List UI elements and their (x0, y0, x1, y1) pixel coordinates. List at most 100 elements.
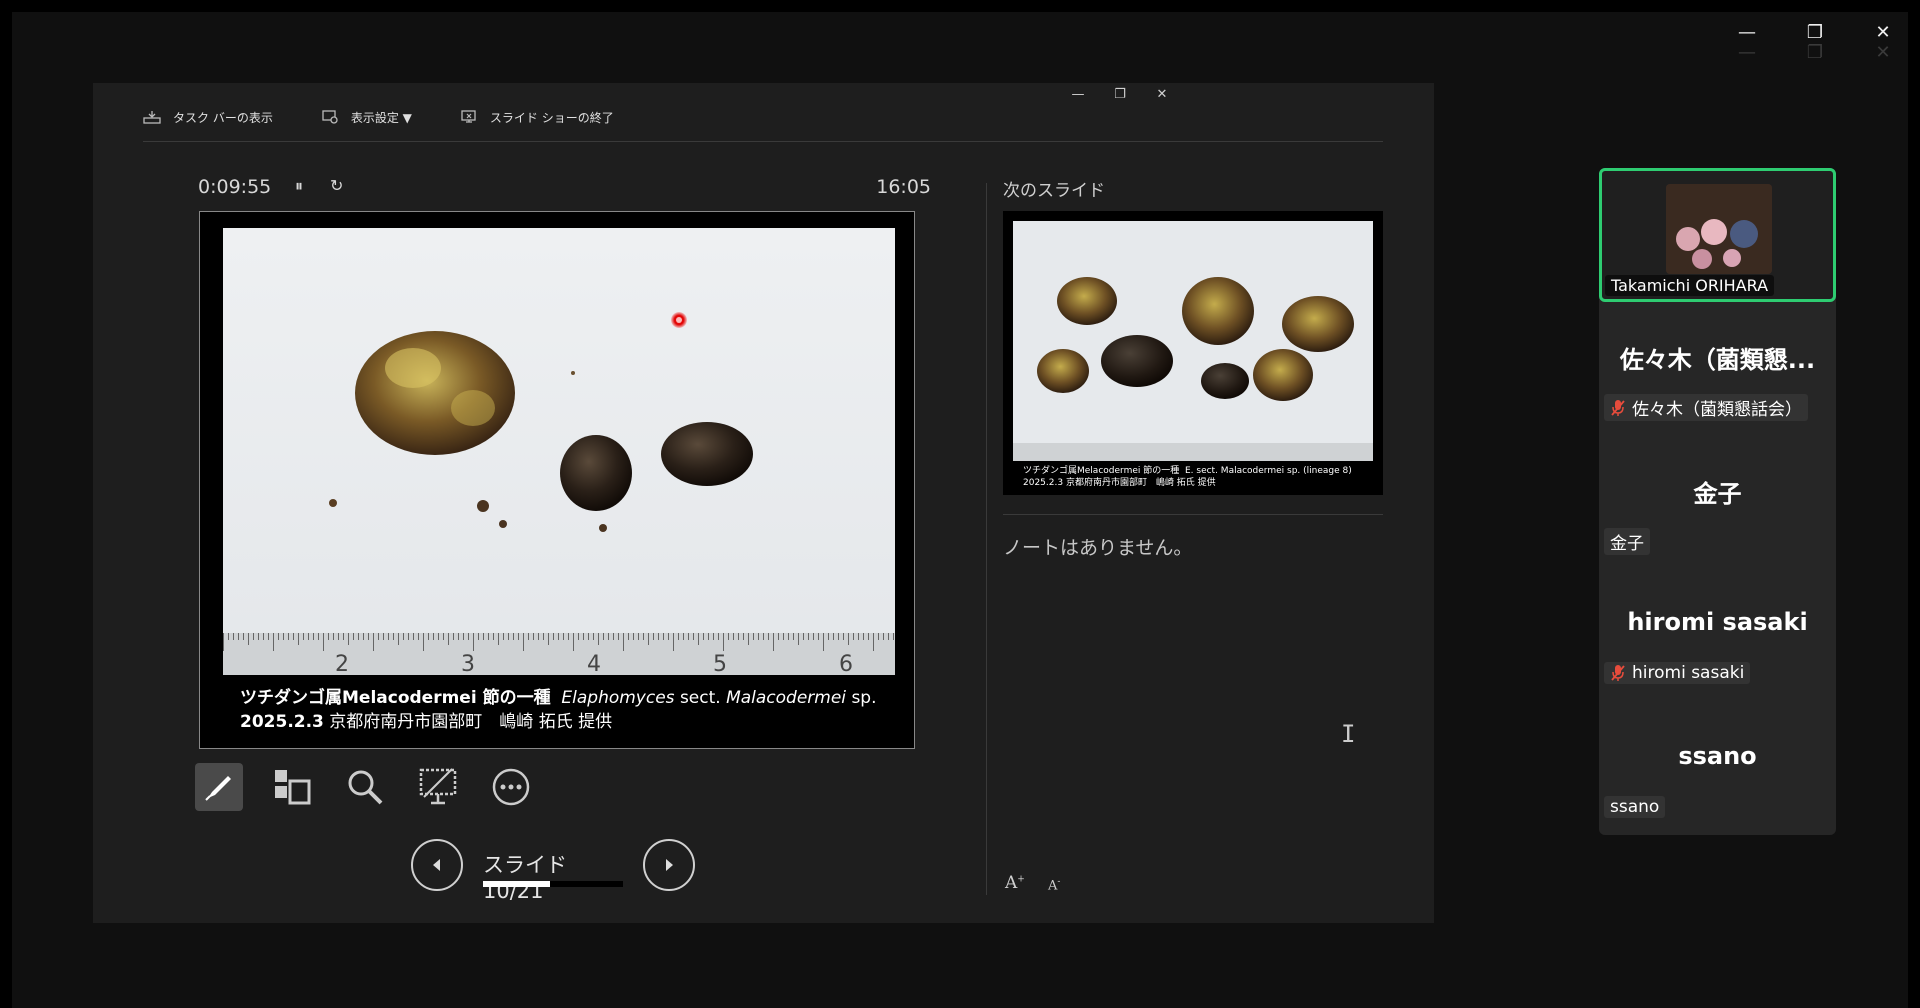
increase-font-button[interactable]: A+ (1005, 873, 1025, 893)
participant-tile[interactable]: 金子 金子 (1599, 436, 1836, 570)
ruler-tick (658, 633, 659, 640)
ruler-tick (678, 633, 679, 640)
pause-timer-button[interactable]: ⏸ (295, 176, 303, 196)
more-options-button[interactable] (487, 763, 535, 811)
ruler-tick (258, 633, 259, 640)
participant-tile[interactable]: 佐々木（菌類懇... 佐々木（菌類懇話会） (1599, 302, 1836, 436)
ruler-tick (478, 633, 479, 640)
ruler-tick (638, 633, 639, 640)
ruler-tick (608, 633, 609, 640)
ruler-tick (343, 633, 344, 640)
ruler-tick (553, 633, 554, 640)
next-slide-button[interactable] (643, 839, 695, 891)
toolbar-divider (143, 141, 1383, 142)
next-slide-caption: ツチダンゴ属Melacodermei 節の一種 E. sect. Malacod… (1023, 465, 1352, 489)
ruler-tick (558, 633, 559, 640)
ruler-tick (413, 633, 414, 640)
ruler-tick (643, 633, 644, 640)
ruler-tick (683, 633, 684, 640)
close-button[interactable]: ✕ (1865, 22, 1901, 44)
restore-button[interactable]: ❐ (1797, 22, 1833, 44)
slide-progress-bar (483, 881, 623, 887)
participant-name-tag: ssano (1604, 796, 1666, 818)
triangle-left-icon (433, 859, 440, 871)
participant-tile[interactable]: ssano ssano (1599, 704, 1836, 838)
ruler-tick (518, 633, 519, 640)
ruler-tick (648, 633, 649, 645)
black-screen-button[interactable] (414, 763, 462, 811)
ruler-tick (738, 633, 739, 640)
participant-display-name: 佐々木（菌類懇... (1619, 346, 1816, 374)
ruler: 2 3 4 5 6 (223, 633, 895, 675)
ruler-tick (713, 633, 714, 640)
next-truffles-image (1037, 277, 1354, 401)
end-show-icon (461, 110, 476, 123)
zoom-button[interactable] (341, 763, 389, 811)
taskbar-icon (143, 111, 161, 124)
ruler-tick (768, 633, 769, 640)
ruler-tick (798, 633, 799, 645)
ruler-tick (748, 633, 749, 645)
decrease-font-button[interactable]: A- (1048, 877, 1060, 893)
more-icon (492, 768, 530, 806)
display-settings-icon (322, 110, 338, 124)
ruler-tick (583, 633, 584, 640)
ruler-tick (818, 633, 819, 640)
next-slide-preview[interactable]: ツチダンゴ属Melacodermei 節の一種 E. sect. Malacod… (1003, 211, 1383, 495)
ruler-tick (328, 633, 329, 640)
slide-photo: 2 3 4 5 6 (223, 228, 895, 675)
increase-font-icon: A (1005, 873, 1018, 893)
pres-close-button[interactable]: ✕ (1148, 87, 1176, 102)
ruler-tick (338, 633, 339, 640)
ruler-tick (373, 633, 374, 651)
previous-slide-button[interactable] (411, 839, 463, 891)
ruler-tick (423, 633, 424, 651)
ruler-tick (568, 633, 569, 640)
ruler-tick (653, 633, 654, 640)
ruler-tick (823, 633, 824, 651)
pane-divider[interactable] (986, 183, 987, 895)
show-taskbar-button[interactable]: タスク バーの表示 (143, 109, 273, 126)
ruler-tick (438, 633, 439, 640)
end-slideshow-button[interactable]: スライド ショーの終了 (460, 109, 614, 126)
mic-muted-icon (1611, 665, 1625, 681)
ruler-tick (513, 633, 514, 640)
presenter-view: — ❐ ✕ タスク バーの表示 表示設定 ▼ スライド ショーの終了 0:09:… (93, 83, 1434, 923)
ruler-tick (358, 633, 359, 640)
pres-restore-button[interactable]: ❐ (1106, 87, 1134, 102)
participant-tag-label: 佐々木（菌類懇話会） (1632, 400, 1802, 420)
current-slide[interactable]: 2 3 4 5 6 ツチダンゴ属Melacodermei 節の一種 Elaphomyce… (199, 211, 915, 749)
current-time: 16:05 (876, 176, 931, 198)
caption-sp: sp. (851, 688, 877, 708)
ruler-tick (883, 633, 884, 640)
participant-tile-active-speaker[interactable]: Takamichi ORIHARA (1599, 168, 1836, 302)
truffle-photo-image (329, 331, 753, 532)
ruler-tick (523, 633, 524, 651)
participant-tile[interactable]: hiromi sasaki hiromi sasaki (1599, 570, 1836, 704)
ruler-tick (458, 633, 459, 640)
ruler-tick (293, 633, 294, 640)
caption-sci-name: Malacodermei (726, 688, 847, 708)
ruler-tick (783, 633, 784, 640)
ruler-tick (708, 633, 709, 640)
ruler-tick (493, 633, 494, 640)
ruler-tick (603, 633, 604, 640)
caption-genus: Elaphomyces (561, 688, 675, 708)
ruler-tick (263, 633, 264, 640)
ruler-tick (673, 633, 674, 651)
ruler-tick (233, 633, 234, 640)
see-all-slides-button[interactable] (268, 763, 316, 811)
pres-minimize-button[interactable]: — (1064, 87, 1092, 102)
ruler-tick (433, 633, 434, 640)
slide-tools (195, 763, 535, 811)
speaker-notes[interactable]: ノートはありません。 (1003, 533, 1192, 560)
ruler-tick (873, 633, 874, 651)
display-settings-button[interactable]: 表示設定 ▼ (321, 109, 412, 126)
show-taskbar-label: タスク バーの表示 (173, 110, 273, 125)
ruler-tick (238, 633, 239, 640)
elapsed-timer: 0:09:55 (198, 176, 272, 198)
participant-name-tag: 佐々木（菌類懇話会） (1604, 394, 1808, 421)
minimize-button[interactable]: — (1729, 22, 1765, 44)
pen-tool-button[interactable] (195, 763, 243, 811)
reset-timer-button[interactable]: ↻ (330, 176, 343, 195)
